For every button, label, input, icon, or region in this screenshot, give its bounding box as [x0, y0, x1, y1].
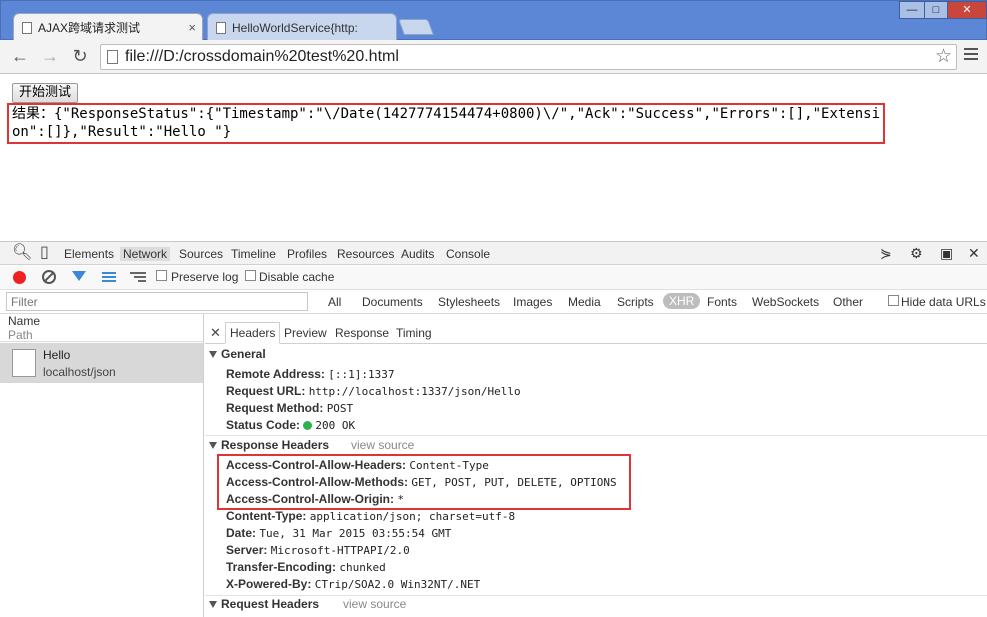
- header-row: Request URL: http://localhost:1337/json/…: [226, 384, 521, 398]
- tab-profiles[interactable]: Profiles: [287, 247, 327, 261]
- preserve-log-label: Preserve log: [171, 270, 239, 284]
- tab-sources[interactable]: Sources: [179, 247, 223, 261]
- view-source-link[interactable]: view source: [351, 438, 414, 452]
- back-arrow-icon[interactable]: ←: [8, 45, 32, 69]
- header-row: Access-Control-Allow-Origin: *: [226, 492, 404, 506]
- header-row: Access-Control-Allow-Headers: Content-Ty…: [226, 458, 489, 472]
- header-row: Server: Microsoft-HTTPAPI/2.0: [226, 543, 410, 557]
- filter-images[interactable]: Images: [513, 295, 552, 309]
- tab-console[interactable]: Console: [446, 247, 490, 261]
- maximize-button[interactable]: □: [924, 1, 948, 19]
- expand-triangle-icon: [209, 351, 217, 358]
- new-tab-button[interactable]: [398, 19, 434, 35]
- header-row: X-Powered-By: CTrip/SOA2.0 Win32NT/.NET: [226, 577, 481, 591]
- header-row: Status Code: 200 OK: [226, 418, 356, 432]
- close-window-button[interactable]: ✕: [947, 1, 987, 19]
- tab-headers[interactable]: Headers: [225, 322, 281, 344]
- device-mode-icon[interactable]: ▯: [40, 245, 49, 261]
- tab-response[interactable]: Response: [335, 326, 389, 340]
- url-text: file:///D:/crossdomain%20test%20.html: [125, 48, 399, 65]
- browser-tab-inactive[interactable]: HelloWorldService{http:: [207, 13, 397, 41]
- file-icon: [12, 349, 36, 377]
- large-rows-icon[interactable]: [102, 272, 116, 284]
- record-icon[interactable]: [13, 271, 26, 284]
- filter-fonts[interactable]: Fonts: [707, 295, 737, 309]
- tab-network[interactable]: Network: [120, 247, 171, 261]
- filter-scripts[interactable]: Scripts: [617, 295, 654, 309]
- tab-resources[interactable]: Resources: [337, 247, 394, 261]
- view-source-link[interactable]: view source: [343, 597, 406, 611]
- forward-arrow-icon[interactable]: →: [38, 45, 62, 69]
- status-ok-icon: [303, 421, 313, 430]
- disable-cache-checkbox[interactable]: [245, 270, 256, 281]
- response-headers-section-header[interactable]: Response Headers view source: [205, 438, 987, 452]
- dock-side-icon[interactable]: ▣: [940, 245, 953, 262]
- column-name: Name: [8, 314, 41, 328]
- request-list: Name Path Hello localhost/json: [0, 314, 204, 617]
- filter-xhr[interactable]: XHR: [663, 293, 701, 309]
- expand-triangle-icon: [209, 601, 217, 608]
- browser-toolbar: ← → ↻ file:///D:/crossdomain%20test%20.h…: [0, 40, 987, 74]
- overview-icon[interactable]: [130, 272, 146, 284]
- filter-bar: All Documents Stylesheets Images Media S…: [0, 290, 987, 314]
- filter-all[interactable]: All: [328, 295, 341, 309]
- header-row: Access-Control-Allow-Methods: GET, POST,…: [226, 475, 617, 489]
- close-details-icon[interactable]: ✕: [210, 325, 221, 341]
- devtools-tabbar: 🔍︎ ▯ Elements Network Sources Timeline P…: [0, 241, 987, 265]
- filter-websockets[interactable]: WebSockets: [752, 295, 819, 309]
- inspect-search-icon[interactable]: 🔍︎: [12, 245, 32, 261]
- general-section-header[interactable]: General: [205, 347, 987, 361]
- expand-triangle-icon: [209, 442, 217, 449]
- detail-tabs: ✕ Headers Preview Response Timing: [205, 322, 987, 344]
- page-content: 开始测试 结果：{"ResponseStatus":{"Timestamp":"…: [0, 75, 987, 241]
- header-row: Content-Type: application/json; charset=…: [226, 509, 516, 523]
- disable-cache-label: Disable cache: [259, 270, 335, 284]
- request-list-header[interactable]: Name Path: [0, 314, 204, 342]
- start-test-button[interactable]: 开始测试: [12, 83, 79, 103]
- hide-data-urls-checkbox[interactable]: [888, 295, 899, 306]
- page-icon: [107, 50, 118, 64]
- close-devtools-icon[interactable]: ✕: [968, 245, 980, 262]
- reload-icon[interactable]: ↻: [68, 45, 92, 69]
- filter-stylesheets[interactable]: Stylesheets: [438, 295, 500, 309]
- window-titlebar: AJAX跨域请求测试 × HelloWorldService{http: — □…: [0, 0, 987, 41]
- browser-tab-active[interactable]: AJAX跨域请求测试 ×: [13, 13, 203, 41]
- request-path: localhost/json: [43, 365, 116, 379]
- network-toolbar: [0, 266, 987, 290]
- header-row: Request Method: POST: [226, 401, 354, 415]
- tab-elements[interactable]: Elements: [64, 247, 114, 261]
- header-row: Date: Tue, 31 Mar 2015 03:55:54 GMT: [226, 526, 452, 540]
- clear-icon[interactable]: [42, 270, 56, 284]
- page-icon: [216, 22, 226, 34]
- filter-funnel-icon[interactable]: [72, 271, 86, 281]
- filter-documents[interactable]: Documents: [362, 295, 423, 309]
- tab-timing[interactable]: Timing: [396, 326, 432, 340]
- minimize-button[interactable]: —: [899, 1, 925, 19]
- tab-audits[interactable]: Audits: [401, 247, 434, 261]
- close-tab-icon[interactable]: ×: [188, 14, 196, 41]
- request-details: ✕ Headers Preview Response Timing Genera…: [205, 314, 987, 617]
- column-path: Path: [8, 328, 33, 342]
- hide-data-urls-label: Hide data URLs: [901, 295, 986, 309]
- show-drawer-icon[interactable]: ⋟: [880, 245, 892, 262]
- request-headers-section-header[interactable]: Request Headers view source: [205, 597, 987, 611]
- tab-title: AJAX跨域请求测试: [38, 21, 141, 35]
- header-row: Remote Address: [::1]:1337: [226, 367, 395, 381]
- request-row[interactable]: Hello localhost/json: [0, 343, 203, 383]
- request-name: Hello: [43, 348, 71, 362]
- preserve-log-checkbox[interactable]: [156, 270, 167, 281]
- result-text: 结果：{"ResponseStatus":{"Timestamp":"\/Dat…: [12, 106, 881, 140]
- tab-title: HelloWorldService{http:: [232, 21, 358, 35]
- filter-other[interactable]: Other: [833, 295, 863, 309]
- filter-media[interactable]: Media: [568, 295, 601, 309]
- address-bar[interactable]: file:///D:/crossdomain%20test%20.html ☆: [100, 44, 957, 70]
- filter-input[interactable]: [6, 292, 308, 311]
- settings-gear-icon[interactable]: ⚙: [910, 245, 923, 262]
- menu-icon[interactable]: [964, 48, 978, 64]
- header-row: Transfer-Encoding: chunked: [226, 560, 386, 574]
- tab-timeline[interactable]: Timeline: [231, 247, 276, 261]
- bookmark-star-icon[interactable]: ☆: [935, 45, 952, 68]
- tab-preview[interactable]: Preview: [284, 326, 327, 340]
- page-icon: [22, 22, 32, 34]
